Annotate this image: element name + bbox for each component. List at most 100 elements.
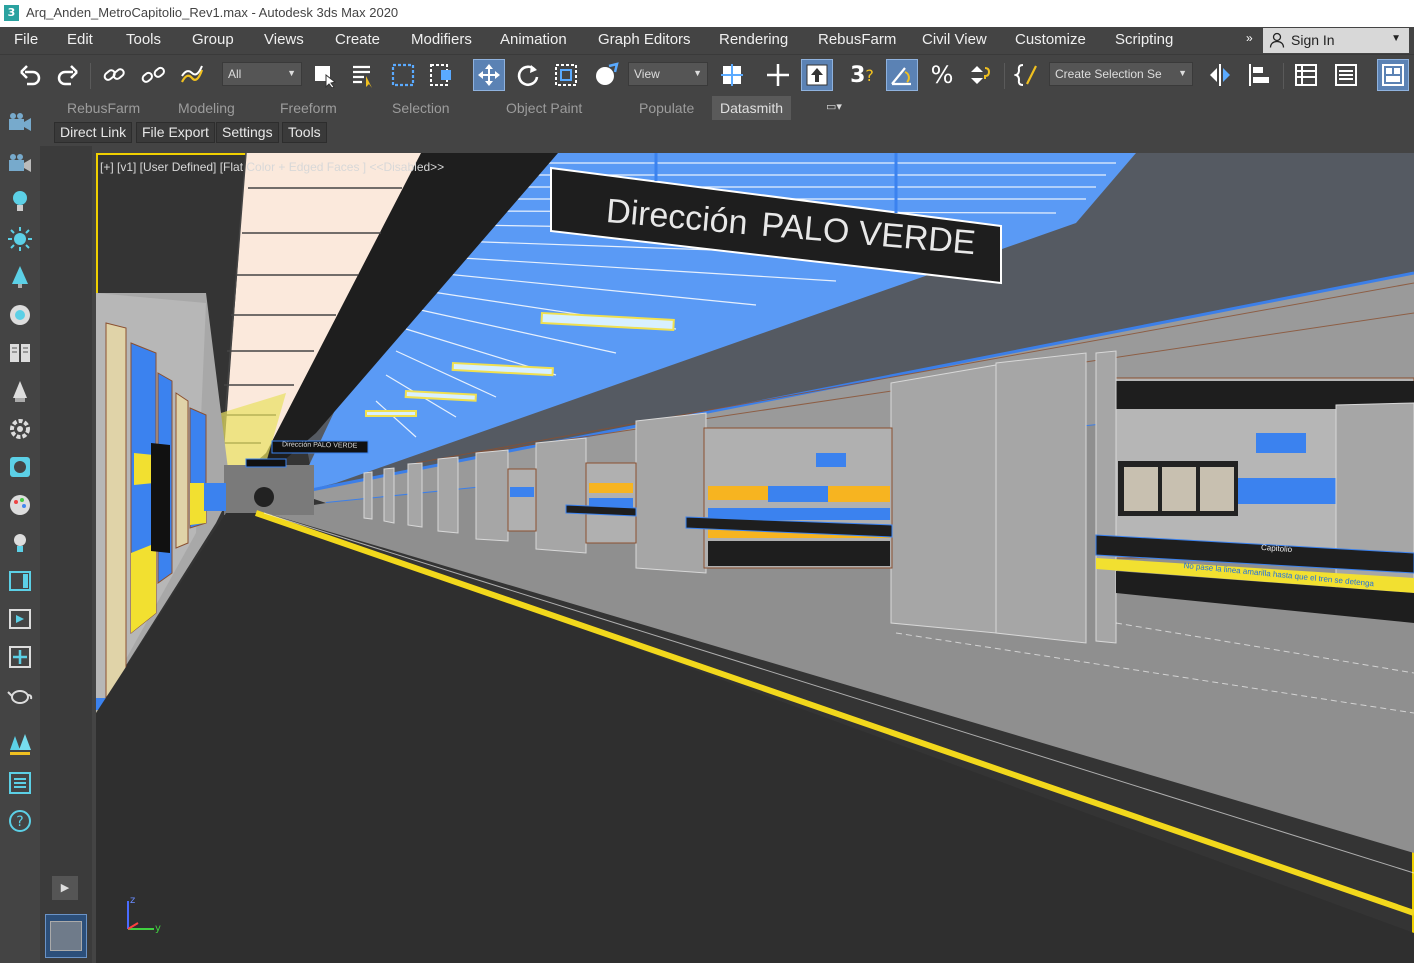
- lp-bulb2-button[interactable]: [5, 528, 35, 558]
- select-and-place-button[interactable]: [590, 59, 622, 91]
- lp-forest-button[interactable]: [5, 730, 35, 760]
- named-selection-dropdown[interactable]: Create Selection Se ▼: [1049, 62, 1193, 86]
- menu-group[interactable]: Group: [192, 31, 234, 48]
- select-by-name-button[interactable]: [347, 59, 379, 91]
- list-icon: [9, 772, 31, 794]
- angle-snap-toggle-button[interactable]: [886, 59, 918, 91]
- lp-frame2-button[interactable]: [5, 604, 35, 634]
- tab-populate[interactable]: Populate: [639, 100, 694, 116]
- scene-explorer-button[interactable]: [1290, 59, 1322, 91]
- align-icon: [1249, 64, 1269, 86]
- unlink-button[interactable]: [137, 59, 169, 91]
- mirror-icon: [1210, 64, 1230, 86]
- file-export-button[interactable]: File Export: [136, 122, 215, 143]
- lp-frame-button[interactable]: [5, 566, 35, 596]
- layer-explorer-button[interactable]: [1330, 59, 1362, 91]
- scene-render: [96, 153, 1414, 963]
- menu-edit[interactable]: Edit: [67, 31, 93, 48]
- select-and-scale-button[interactable]: [550, 59, 582, 91]
- align-button[interactable]: [1243, 59, 1275, 91]
- tab-freeform[interactable]: Freeform: [280, 100, 337, 116]
- select-object-button[interactable]: [308, 59, 340, 91]
- selection-filter-dropdown[interactable]: All ▼: [222, 62, 302, 86]
- menu-rebusfarm[interactable]: RebusFarm: [818, 31, 896, 48]
- named-selection-value: Create Selection Se: [1055, 67, 1162, 81]
- pivot-center-button[interactable]: [716, 59, 748, 91]
- percent-snap-toggle-button[interactable]: %: [926, 59, 958, 91]
- menu-tools[interactable]: Tools: [126, 31, 161, 48]
- link-button[interactable]: [98, 59, 130, 91]
- ribbon-options-icon[interactable]: ▭▾: [826, 100, 842, 113]
- select-manipulate-button[interactable]: [762, 59, 794, 91]
- gizmo-z-label: z: [130, 895, 135, 906]
- select-and-rotate-button[interactable]: [512, 59, 544, 91]
- lp-gear-button[interactable]: [5, 414, 35, 444]
- tab-selection[interactable]: Selection: [392, 100, 450, 116]
- window-crossing-button[interactable]: [425, 59, 457, 91]
- lp-tree-button[interactable]: [5, 262, 35, 292]
- chevron-down-icon: ▼: [1178, 68, 1187, 78]
- viewport-layout-button[interactable]: [45, 914, 87, 958]
- lp-sun-button[interactable]: [5, 224, 35, 254]
- lp-move-button[interactable]: [5, 642, 35, 672]
- menu-animation[interactable]: Animation: [500, 31, 567, 48]
- settings-button[interactable]: Settings: [216, 122, 279, 143]
- lp-material-button[interactable]: [5, 300, 35, 330]
- app-icon[interactable]: 3: [4, 5, 19, 21]
- tab-modeling[interactable]: Modeling: [178, 100, 235, 116]
- toggle-ribbon-button[interactable]: [1377, 59, 1409, 91]
- chevron-down-icon: ▼: [287, 68, 296, 78]
- redo-button[interactable]: [52, 59, 84, 91]
- menu-scripting[interactable]: Scripting: [1115, 31, 1173, 48]
- viewport-label[interactable]: [+] [v1] [User Defined] [Flat Color + Ed…: [100, 160, 444, 174]
- lp-camera2-button[interactable]: [5, 149, 35, 179]
- gizmo-y-label: y: [155, 923, 161, 933]
- menu-rendering[interactable]: Rendering: [719, 31, 788, 48]
- rectangular-selection-button[interactable]: [387, 59, 419, 91]
- lp-book-button[interactable]: [5, 338, 35, 368]
- snaps-toggle-button[interactable]: 3?: [846, 59, 878, 91]
- play-icon[interactable]: ▶: [52, 876, 78, 900]
- reference-coordinate-dropdown[interactable]: View ▼: [628, 62, 708, 86]
- menu-customize[interactable]: Customize: [1015, 31, 1086, 48]
- menu-views[interactable]: Views: [264, 31, 304, 48]
- book-icon: [10, 344, 30, 362]
- axis-gizmo: z y: [124, 893, 164, 934]
- light-bulb-icon: [13, 191, 27, 211]
- reference-coordinate-value: View: [634, 67, 660, 81]
- direct-link-button[interactable]: Direct Link: [54, 122, 133, 143]
- perspective-viewport[interactable]: [+] [v1] [User Defined] [Flat Color + Ed…: [96, 153, 1414, 963]
- bind-space-warp-button[interactable]: [176, 59, 208, 91]
- menu-overflow-icon[interactable]: »: [1246, 31, 1253, 45]
- lp-help-button[interactable]: ?: [5, 806, 35, 836]
- sign-in-button[interactable]: Sign In ▼: [1263, 28, 1409, 53]
- lp-camera-button[interactable]: [5, 108, 35, 138]
- lp-teapot-button[interactable]: [5, 680, 35, 710]
- menu-create[interactable]: Create: [335, 31, 380, 48]
- tools-button[interactable]: Tools: [282, 122, 327, 143]
- undo-button[interactable]: [14, 59, 46, 91]
- rect-select-icon: [391, 63, 415, 87]
- lp-cone-button[interactable]: [5, 376, 35, 406]
- menu-civil-view[interactable]: Civil View: [922, 31, 987, 48]
- distant-sign-text: Dirección PALO VERDE: [281, 441, 358, 450]
- edit-named-selection-button[interactable]: [1011, 59, 1043, 91]
- tab-datasmith[interactable]: Datasmith: [712, 96, 792, 120]
- pivot-icon: [721, 64, 743, 86]
- lp-light-button[interactable]: [5, 186, 35, 216]
- scene-explorer-icon: [1295, 64, 1317, 86]
- tab-rebusfarm[interactable]: RebusFarm: [67, 100, 140, 116]
- lp-render-button[interactable]: [5, 452, 35, 482]
- keyboard-shortcut-override-button[interactable]: [801, 59, 833, 91]
- tab-object-paint[interactable]: Object Paint: [506, 100, 582, 116]
- main-toolbar: All ▼ View ▼ 3? % Create Selection Se ▼: [0, 54, 1414, 97]
- lp-list-button[interactable]: [5, 768, 35, 798]
- lp-palette-button[interactable]: [5, 490, 35, 520]
- select-cursor-icon: [315, 66, 337, 88]
- menu-file[interactable]: File: [14, 31, 38, 48]
- spinner-snap-toggle-button[interactable]: [964, 59, 996, 91]
- mirror-button[interactable]: [1204, 59, 1236, 91]
- menu-modifiers[interactable]: Modifiers: [411, 31, 472, 48]
- menu-graph-editors[interactable]: Graph Editors: [598, 31, 691, 48]
- select-and-move-button[interactable]: [473, 59, 505, 91]
